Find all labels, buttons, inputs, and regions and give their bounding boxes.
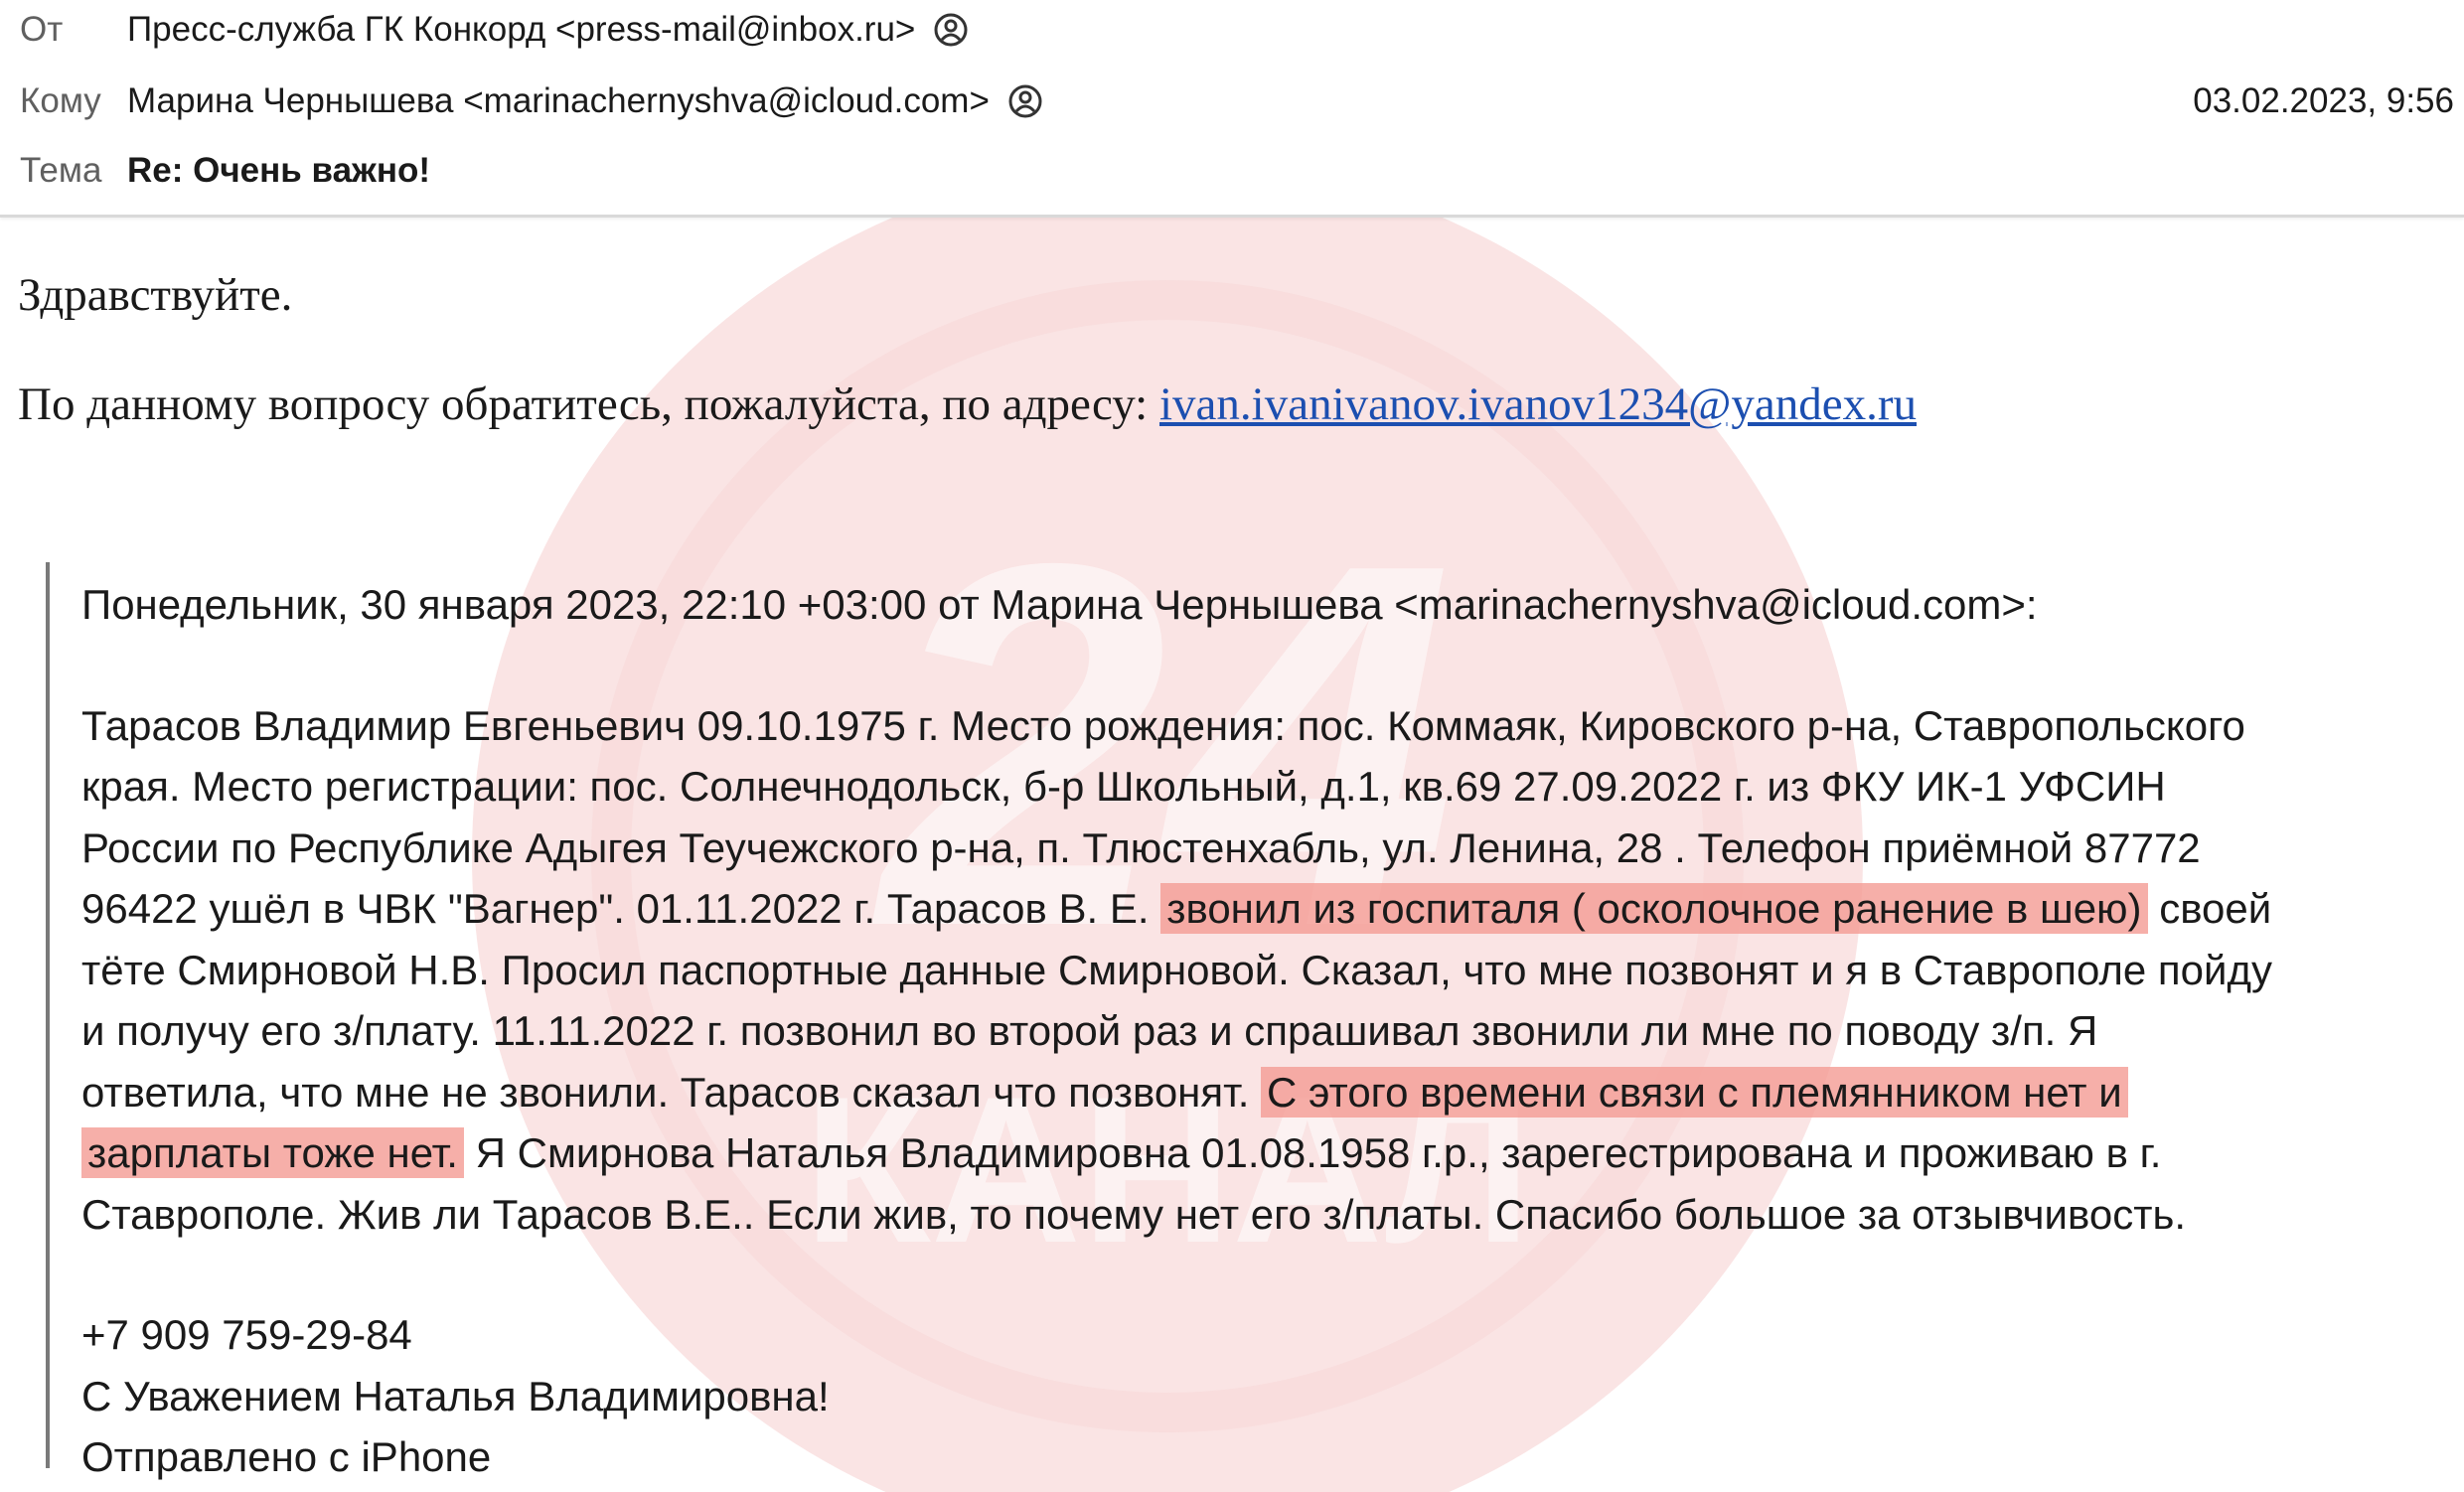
to-row: Кому Марина Чернышева <marinachernyshva@… (0, 72, 2464, 131)
from-address[interactable]: Пресс-служба ГК Конкорд <press-mail@inbo… (127, 10, 915, 50)
quote-sent-from: Отправлено с iPhone (81, 1433, 492, 1480)
quote-spacer (81, 1245, 2446, 1304)
quoted-message: Понедельник, 30 января 2023, 22:10 +03:0… (46, 562, 2454, 1480)
quote-body-line: ответила, что мне не звонили. Тарасов ск… (81, 1062, 2446, 1123)
to-address[interactable]: Марина Чернышева <marinachernyshva@iclou… (127, 81, 990, 121)
quote-text: тёте Смирновой Н.В. Просил паспортные да… (81, 946, 2272, 993)
email-header: От Пресс-служба ГК Конкорд <press-mail@i… (0, 0, 2464, 218)
quote-body-line: Ставрополе. Жив ли Тарасов В.Е.. Если жи… (81, 1184, 2446, 1246)
quote-text: Я Смирнова Наталья Владимировна 01.08.19… (463, 1129, 2162, 1176)
quote-body-line: тёте Смирновой Н.В. Просил паспортные да… (81, 940, 2446, 1001)
quote-body-line: Тарасов Владимир Евгеньевич 09.10.1975 г… (81, 695, 2446, 757)
quote-header-line: Понедельник, 30 января 2023, 22:10 +03:0… (81, 581, 2038, 628)
reply-message-text: По данному вопросу обратитесь, пожалуйст… (18, 378, 1159, 430)
highlighted-text: С этого времени связи с племянником нет … (1261, 1066, 2128, 1118)
from-label: От (20, 10, 64, 49)
highlighted-text: зарплаты тоже нет. (81, 1127, 464, 1178)
quote-text: 96422 ушёл в ЧВК "Вагнер". 01.11.2022 г.… (81, 885, 1161, 932)
quote-signoff: С Уважением Наталья Владимировна! (81, 1372, 830, 1419)
reply-email-link[interactable]: ivan.ivanivanov.ivanov1234@yandex.ru (1159, 378, 1917, 430)
contact-icon[interactable] (1007, 83, 1043, 119)
quote-text: Ставрополе. Жив ли Тарасов В.Е.. Если жи… (81, 1190, 2187, 1238)
quote-text: Тарасов Владимир Евгеньевич 09.10.1975 г… (81, 701, 2245, 749)
subject-value: Re: Очень важно! (127, 151, 431, 190)
quote-text: и получу его з/плату. 11.11.2022 г. позв… (81, 1007, 2098, 1054)
subject-row: Тема Re: Очень важно! (0, 141, 2464, 201)
quote-body-line: России по Республике Адыгея Теучежского … (81, 818, 2446, 879)
reply-message: По данному вопросу обратитесь, пожалуйст… (18, 377, 1917, 431)
quote-spacer (81, 636, 2446, 695)
reply-body: Здравствуйте. По данному вопросу обратит… (18, 268, 1917, 431)
contact-icon[interactable] (933, 12, 969, 48)
quote-body-line: края. Место регистрации: пос. Солнечнодо… (81, 756, 2446, 818)
quote-body-line: 96422 ушёл в ЧВК "Вагнер". 01.11.2022 г.… (81, 878, 2446, 940)
subject-label: Тема (20, 151, 102, 190)
from-value[interactable]: Пресс-служба ГК Конкорд <press-mail@inbo… (127, 10, 969, 50)
quote-text: России по Республике Адыгея Теучежского … (81, 823, 2201, 871)
quote-text: края. Место регистрации: пос. Солнечнодо… (81, 763, 2166, 810)
to-value[interactable]: Марина Чернышева <marinachernyshva@iclou… (127, 81, 1043, 121)
quote-body: Тарасов Владимир Евгеньевич 09.10.1975 г… (81, 695, 2446, 1246)
quoted-message-content: Понедельник, 30 января 2023, 22:10 +03:0… (81, 574, 2446, 1488)
quote-text: своей (2147, 885, 2272, 932)
to-label: Кому (20, 81, 101, 120)
reply-greeting: Здравствуйте. (18, 269, 293, 321)
quote-text: ответила, что мне не звонили. Тарасов ск… (81, 1068, 1262, 1116)
highlighted-text: звонил из госпиталя ( осколочное ранение… (1160, 883, 2148, 934)
quote-body-line: зарплаты тоже нет. Я Смирнова Наталья Вл… (81, 1122, 2446, 1184)
from-row: От Пресс-служба ГК Конкорд <press-mail@i… (0, 0, 2464, 60)
email-date: 03.02.2023, 9:56 (2193, 81, 2454, 120)
quote-phone: +7 909 759-29-84 (81, 1311, 412, 1358)
quote-body-line: и получу его з/плату. 11.11.2022 г. позв… (81, 1000, 2446, 1062)
